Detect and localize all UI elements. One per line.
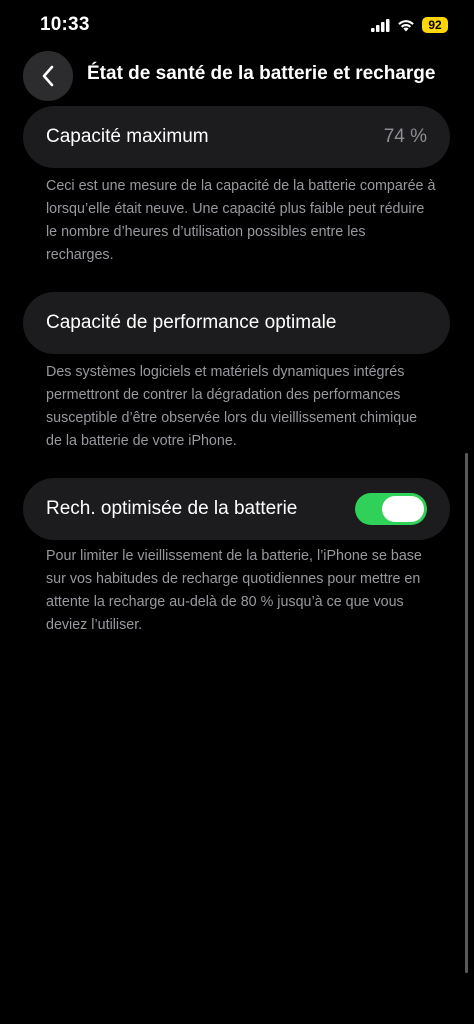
optimized-charging-footnote: Pour limiter le vieillissement de la bat… (46, 548, 422, 633)
performance-footnote: Des systèmes logiciels et matériels dyna… (46, 364, 418, 449)
screen: 10:33 92 État de santé de la batterie et… (0, 0, 474, 1024)
wifi-icon (398, 19, 414, 31)
battery-icon: 92 (422, 17, 448, 33)
chevron-left-icon (42, 65, 54, 87)
max-capacity-footnote: Ceci est une mesure de la capacité de la… (46, 178, 436, 263)
status-bar: 10:33 92 (0, 0, 474, 50)
toggle-knob (382, 496, 424, 522)
performance-row: Capacité de performance optimale (23, 292, 450, 354)
performance-label: Capacité de performance optimale (46, 312, 337, 333)
back-button[interactable] (23, 51, 73, 101)
scroll-indicator[interactable] (465, 453, 468, 973)
optimized-charging-row: Rech. optimisée de la batterie (23, 478, 450, 540)
optimized-charging-label: Rech. optimisée de la batterie (46, 498, 298, 519)
navigation-bar: État de santé de la batterie et recharge (0, 50, 474, 102)
max-capacity-label: Capacité maximum (46, 126, 209, 147)
cellular-signal-icon (371, 18, 390, 32)
max-capacity-value: 74 % (383, 126, 427, 147)
status-icons: 92 (371, 17, 448, 33)
max-capacity-row: Capacité maximum 74 % (23, 106, 450, 168)
page-title: État de santé de la batterie et recharge (87, 63, 436, 84)
optimized-charging-toggle[interactable] (355, 493, 427, 525)
status-time: 10:33 (40, 14, 90, 35)
